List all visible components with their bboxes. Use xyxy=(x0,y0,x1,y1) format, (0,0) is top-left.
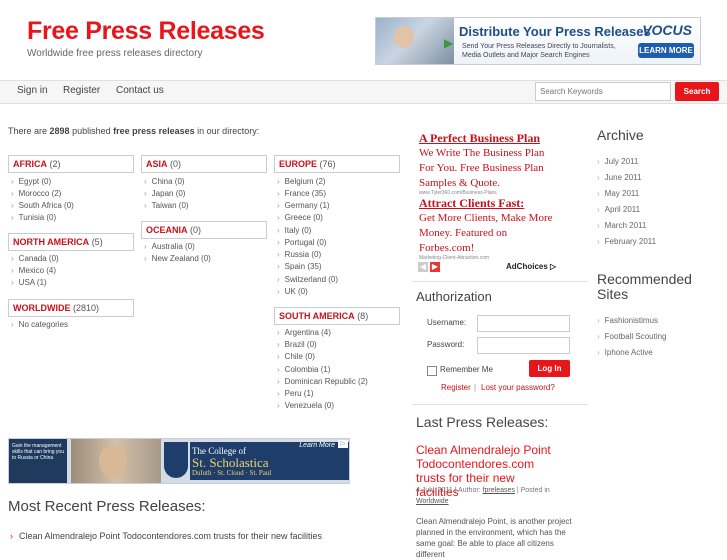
country-item[interactable]: Egypt (0) xyxy=(11,177,51,186)
ad-1-title[interactable]: A Perfect Business Plan xyxy=(419,131,540,146)
recommended-link[interactable]: Iphone Active xyxy=(597,348,653,357)
country-item[interactable]: Belgium (2) xyxy=(277,177,326,186)
authorization-heading: Authorization xyxy=(416,289,492,304)
last-press-excerpt: Clean Almendralejo Point, is another pro… xyxy=(416,517,572,559)
region-africa[interactable]: AFRICA (2) xyxy=(8,155,134,173)
password-input[interactable] xyxy=(477,337,570,354)
last-press-meta: 4 July, 2011 | Author: fpreleases | Post… xyxy=(416,487,550,505)
ad-2-text[interactable]: Get More Clients, Make More Money. Featu… xyxy=(419,211,559,256)
adchoices-link[interactable]: AdChoices ▷ xyxy=(506,262,556,271)
author-link[interactable]: fpreleases xyxy=(483,487,515,494)
banner-subtext: Send Your Press Releases Directly to Jou… xyxy=(462,43,616,59)
country-item[interactable]: Dominican Republic (2) xyxy=(277,377,368,386)
archive-link[interactable]: May 2011 xyxy=(597,189,640,198)
ad-prev-icon[interactable]: ◀ xyxy=(418,262,428,272)
login-button[interactable]: Log In xyxy=(529,360,570,377)
arrow-icon: ▶ xyxy=(444,36,454,50)
region-north-america[interactable]: NORTH AMERICA (5) xyxy=(8,233,134,251)
country-item[interactable]: Mexico (4) xyxy=(11,266,56,275)
divider xyxy=(412,281,588,282)
region-worldwide[interactable]: WORLDWIDE (2810) xyxy=(8,299,134,317)
banner-photo xyxy=(71,439,161,483)
ad-1-text[interactable]: We Write The Business Plan For You. Free… xyxy=(419,146,559,191)
country-item[interactable]: New Zealand (0) xyxy=(144,254,211,263)
recommended-link[interactable]: Fashionistimus xyxy=(597,316,658,325)
bottom-banner-ad[interactable]: Gain the management skills that can brin… xyxy=(8,438,350,484)
country-item[interactable]: Germany (1) xyxy=(277,201,330,210)
country-item[interactable]: Morocco (2) xyxy=(11,189,62,198)
ad-next-icon[interactable]: ▶ xyxy=(430,262,440,272)
nav-register[interactable]: Register xyxy=(63,85,100,96)
archive-link[interactable]: April 2011 xyxy=(597,205,640,214)
banner-photo xyxy=(376,18,454,64)
ad-2-url[interactable]: Marketing-Client-Attraction.com xyxy=(419,255,489,261)
country-item[interactable]: Greece (0) xyxy=(277,213,323,222)
country-item[interactable]: China (0) xyxy=(144,177,185,186)
country-item[interactable]: Taiwan (0) xyxy=(144,201,189,210)
username-label: Username: xyxy=(427,318,467,327)
directory-intro: There are 2898 published free press rele… xyxy=(8,126,260,136)
adchoices-icon[interactable]: ▷ xyxy=(338,440,348,448)
country-item[interactable]: Switzerland (0) xyxy=(277,275,338,284)
search-button[interactable]: Search xyxy=(675,82,719,101)
archive-link[interactable]: February 2011 xyxy=(597,237,656,246)
country-item[interactable]: Portugal (0) xyxy=(277,238,327,247)
country-item[interactable]: Japan (0) xyxy=(144,189,186,198)
archive-heading: Archive xyxy=(597,127,644,143)
country-item[interactable]: Australia (0) xyxy=(144,242,195,251)
most-recent-item[interactable]: Clean Almendralejo Point Todocontendores… xyxy=(10,531,322,541)
category-link[interactable]: Worldwide xyxy=(416,498,449,505)
country-item[interactable]: Chile (0) xyxy=(277,352,315,361)
country-item[interactable]: UK (0) xyxy=(277,287,308,296)
site-tagline: Worldwide free press releases directory xyxy=(27,48,203,59)
nav-contact-us[interactable]: Contact us xyxy=(116,85,164,96)
recommended-link[interactable]: Football Scouting xyxy=(597,332,667,341)
auth-separator: | xyxy=(474,383,477,392)
remember-me-checkbox[interactable] xyxy=(427,366,437,376)
recommended-heading: Recommended Sites xyxy=(597,271,692,302)
search-input[interactable] xyxy=(535,82,671,101)
country-item[interactable]: Colombia (1) xyxy=(277,365,331,374)
country-item[interactable]: Venezuela (0) xyxy=(277,401,334,410)
country-item[interactable]: Peru (1) xyxy=(277,389,314,398)
lost-password-link[interactable]: Lost your password? xyxy=(481,383,555,392)
divider xyxy=(412,404,588,405)
region-europe[interactable]: EUROPE (76) xyxy=(274,155,400,173)
nav-sign-in[interactable]: Sign in xyxy=(17,85,48,96)
country-item[interactable]: Spain (35) xyxy=(277,262,322,271)
archive-link[interactable]: June 2011 xyxy=(597,173,642,182)
archive-link[interactable]: March 2011 xyxy=(597,221,647,230)
country-item[interactable]: France (35) xyxy=(277,189,326,198)
country-item[interactable]: USA (1) xyxy=(11,278,47,287)
banner-learn-more-button[interactable]: LEARN MORE xyxy=(638,43,694,58)
remember-me-label: Remember Me xyxy=(440,365,493,374)
site-title[interactable]: Free Press Releases xyxy=(27,17,265,46)
most-recent-heading: Most Recent Press Releases: xyxy=(8,498,206,515)
country-item[interactable]: Italy (0) xyxy=(277,226,312,235)
register-link[interactable]: Register xyxy=(441,383,471,392)
banner-brand-logo: VOCUS xyxy=(642,22,692,38)
banner-headline: Distribute Your Press Releases xyxy=(459,24,651,39)
country-item[interactable]: Brazil (0) xyxy=(277,340,317,349)
last-press-heading: Last Press Releases: xyxy=(416,414,549,430)
banner-left-text: Gain the management skills that can brin… xyxy=(9,439,67,483)
username-input[interactable] xyxy=(477,315,570,332)
banner-learn-more[interactable]: Learn More xyxy=(299,442,335,449)
country-item[interactable]: Argentina (4) xyxy=(277,328,331,337)
country-item[interactable]: Canada (0) xyxy=(11,254,59,263)
ad-2-title[interactable]: Attract Clients Fast: xyxy=(419,196,524,211)
country-item[interactable]: South Africa (0) xyxy=(11,201,74,210)
country-item[interactable]: Russia (0) xyxy=(277,250,321,259)
password-label: Password: xyxy=(427,340,465,349)
country-item: No categories xyxy=(11,320,68,329)
country-item[interactable]: Tunisia (0) xyxy=(11,213,57,222)
region-south-america[interactable]: SOUTH AMERICA (8) xyxy=(274,307,400,325)
top-banner-ad[interactable]: ▶ Distribute Your Press Releases Send Yo… xyxy=(375,17,701,65)
region-asia[interactable]: ASIA (0) xyxy=(141,155,267,173)
region-oceania[interactable]: OCEANIA (0) xyxy=(141,221,267,239)
archive-link[interactable]: July 2011 xyxy=(597,157,639,166)
college-crest-icon xyxy=(164,442,188,478)
